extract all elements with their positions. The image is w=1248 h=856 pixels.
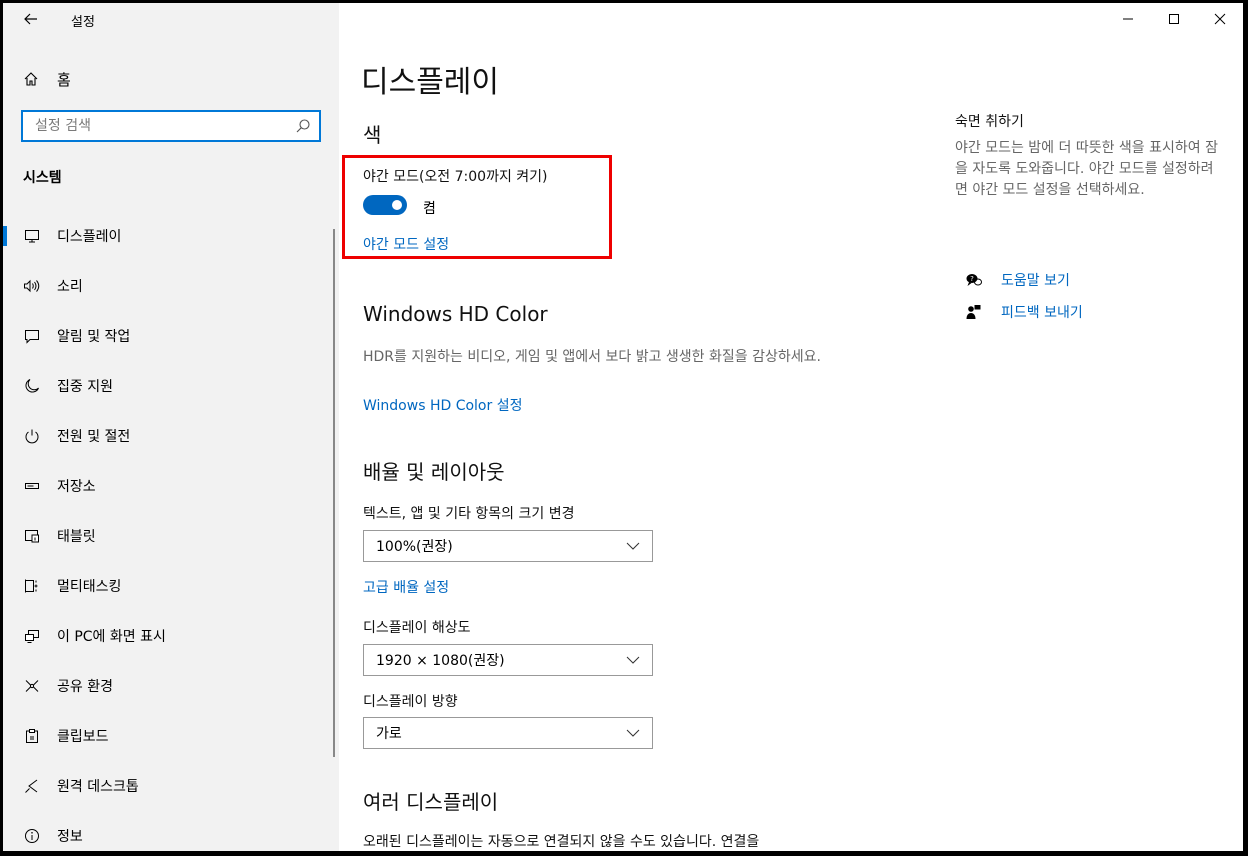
sidebar-item-label: 집중 지원 [57, 379, 113, 395]
back-button[interactable] [19, 9, 43, 33]
chevron-down-icon [626, 653, 640, 667]
color-section-heading: 색 [363, 123, 382, 147]
search-input[interactable] [33, 117, 295, 135]
sidebar-item-display[interactable]: 디스플레이 [3, 211, 339, 261]
sidebar-item-project[interactable]: 이 PC에 화면 표시 [3, 611, 339, 661]
back-arrow-icon [24, 13, 37, 25]
multitasking-icon [23, 577, 41, 595]
tablet-icon [23, 527, 41, 545]
sidebar-item-shared-experiences[interactable]: 공유 환경 [3, 661, 339, 711]
help-link[interactable]: ? 도움말 보기 [955, 269, 1070, 291]
sidebar-item-label: 태블릿 [57, 529, 96, 545]
notification-icon [23, 327, 41, 345]
resolution-dropdown[interactable]: 1920 × 1080(권장) [363, 644, 653, 676]
chevron-down-icon [626, 539, 640, 553]
multi-display-heading: 여러 디스플레이 [363, 790, 499, 814]
moon-icon [23, 377, 41, 395]
scale-section-heading: 배율 및 레이아웃 [363, 460, 505, 484]
orientation-dropdown[interactable]: 가로 [363, 717, 653, 749]
help-link-label: 도움말 보기 [1001, 273, 1070, 289]
power-icon [23, 427, 41, 445]
sidebar-item-label: 소리 [57, 279, 83, 295]
chevron-down-icon [626, 726, 640, 740]
feedback-link-label: 피드백 보내기 [1001, 305, 1083, 321]
sidebar-item-label: 원격 데스크톱 [57, 779, 139, 795]
speaker-icon [23, 277, 41, 295]
orientation-value: 가로 [376, 726, 402, 742]
resolution-value: 1920 × 1080(권장) [376, 653, 505, 669]
search-icon[interactable] [295, 118, 311, 134]
sidebar-item-focus-assist[interactable]: 집중 지원 [3, 361, 339, 411]
sidebar-section-title: 시스템 [23, 170, 62, 186]
sidebar: 설정 홈 시스템 디스플레이 소리 알림 및 [3, 3, 339, 851]
night-light-toggle[interactable] [363, 195, 407, 215]
sidebar-item-notifications[interactable]: 알림 및 작업 [3, 311, 339, 361]
maximize-icon [1169, 14, 1179, 24]
close-icon [1214, 13, 1226, 25]
sidebar-item-sound[interactable]: 소리 [3, 261, 339, 311]
sidebar-item-label: 알림 및 작업 [57, 329, 131, 345]
resolution-label: 디스플레이 해상도 [363, 620, 471, 636]
home-nav-item[interactable]: 홈 [23, 67, 71, 91]
home-label: 홈 [57, 70, 71, 89]
remote-desktop-icon [23, 777, 41, 795]
related-description: 야간 모드는 밤에 더 따뜻한 색을 표시하여 잠을 자도록 도와줍니다. 야간… [955, 140, 1218, 198]
minimize-icon [1123, 18, 1133, 20]
search-box[interactable] [21, 110, 321, 142]
sidebar-item-label: 클립보드 [57, 729, 109, 745]
project-icon [23, 627, 41, 645]
multi-display-description: 오래된 디스플레이는 자동으로 연결되지 않을 수도 있습니다. 연결을 [363, 834, 760, 850]
hdr-section-heading: Windows HD Color [363, 302, 548, 326]
main-content: 디스플레이 색 야간 모드(오전 7:00까지 켜기) 켬 야간 모드 설정 W… [339, 3, 1243, 851]
scale-label: 텍스트, 앱 및 기타 항목의 크기 변경 [363, 506, 575, 522]
advanced-scaling-link[interactable]: 고급 배율 설정 [363, 577, 449, 597]
sidebar-item-storage[interactable]: 저장소 [3, 461, 339, 511]
sidebar-item-multitasking[interactable]: 멀티태스킹 [3, 561, 339, 611]
help-chat-icon: ? [965, 272, 985, 288]
window-controls [1105, 3, 1243, 35]
hdr-settings-link[interactable]: Windows HD Color 설정 [363, 395, 522, 415]
sidebar-item-label: 저장소 [57, 479, 96, 495]
home-icon [23, 71, 43, 87]
sidebar-item-tablet[interactable]: 태블릿 [3, 511, 339, 561]
sidebar-item-label: 디스플레이 [57, 229, 122, 245]
monitor-icon [23, 227, 41, 245]
sidebar-item-label: 공유 환경 [57, 679, 113, 695]
page-title: 디스플레이 [361, 65, 499, 100]
close-button[interactable] [1197, 3, 1243, 35]
storage-icon [23, 477, 41, 495]
related-title: 숙면 취하기 [955, 114, 1024, 130]
feedback-link[interactable]: 피드백 보내기 [955, 301, 1083, 323]
share-icon [23, 677, 41, 695]
sidebar-item-label: 멀티태스킹 [57, 579, 122, 595]
orientation-label: 디스플레이 방향 [363, 694, 458, 710]
maximize-button[interactable] [1151, 3, 1197, 35]
sidebar-nav: 디스플레이 소리 알림 및 작업 집중 지원 전원 및 절전 저장소 태블릿 멀… [3, 211, 339, 851]
toggle-knob [392, 200, 402, 210]
sidebar-item-remote-desktop[interactable]: 원격 데스크톱 [3, 761, 339, 811]
app-title: 설정 [71, 15, 95, 30]
info-icon [23, 827, 41, 845]
sidebar-item-about[interactable]: 정보 [3, 811, 339, 851]
clipboard-icon [23, 727, 41, 745]
night-light-settings-link[interactable]: 야간 모드 설정 [363, 234, 449, 254]
feedback-icon [965, 304, 985, 320]
sidebar-item-label: 전원 및 절전 [57, 429, 131, 445]
sidebar-item-power[interactable]: 전원 및 절전 [3, 411, 339, 461]
scale-value: 100%(권장) [376, 539, 453, 555]
minimize-button[interactable] [1105, 3, 1151, 35]
hdr-description: HDR를 지원하는 비디오, 게임 및 앱에서 보다 밝고 생생한 화질을 감상… [363, 349, 821, 365]
scale-dropdown[interactable]: 100%(권장) [363, 530, 653, 562]
svg-text:?: ? [970, 275, 974, 283]
sidebar-item-clipboard[interactable]: 클립보드 [3, 711, 339, 761]
sidebar-item-label: 정보 [57, 829, 83, 845]
settings-window: 설정 홈 시스템 디스플레이 소리 알림 및 [3, 3, 1243, 851]
night-light-label: 야간 모드(오전 7:00까지 켜기) [363, 169, 548, 185]
sidebar-scrollbar[interactable] [333, 229, 335, 757]
toggle-state-text: 켬 [423, 201, 436, 217]
sidebar-item-label: 이 PC에 화면 표시 [57, 629, 166, 645]
